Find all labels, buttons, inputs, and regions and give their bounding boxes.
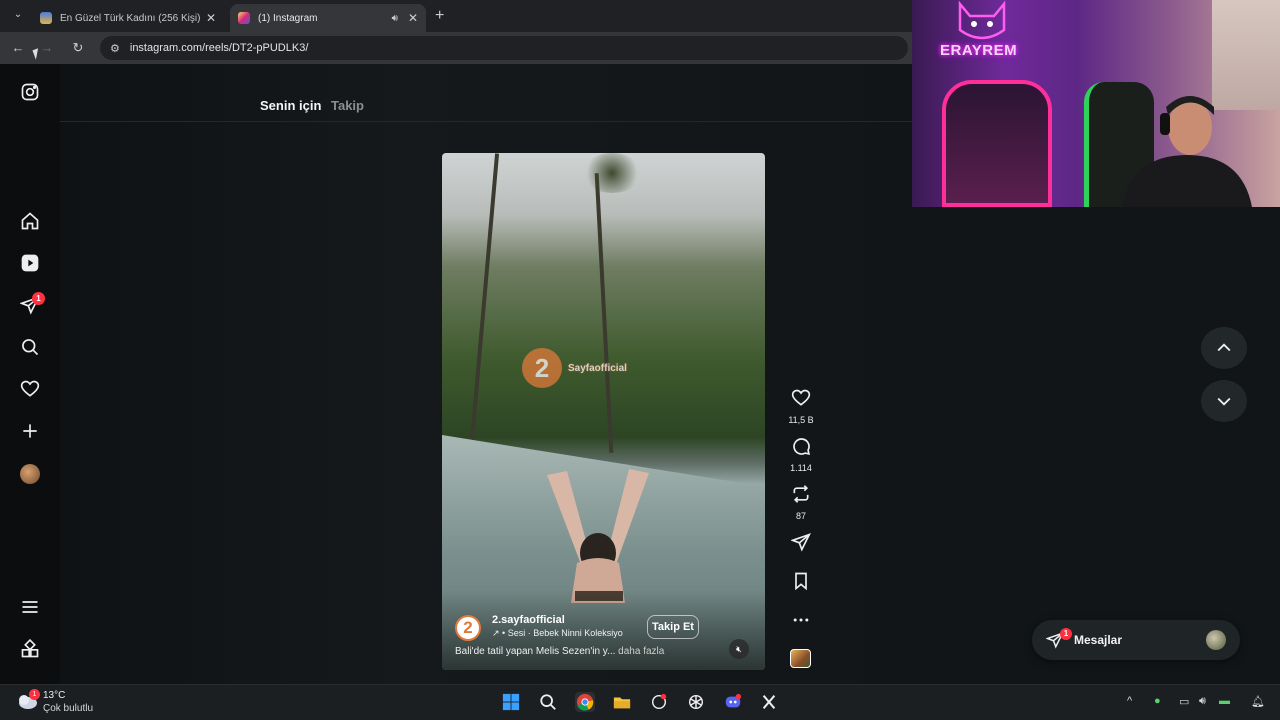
watermark: 2 Sayfaofficial [522, 348, 627, 388]
volume-icon[interactable]: 🔊︎ [1199, 695, 1206, 708]
tab-list-icon[interactable]: ⌄ [10, 9, 26, 23]
new-tab-button[interactable]: + [435, 7, 444, 25]
account-name[interactable]: 2.sayfaofficial [492, 614, 565, 626]
like-count: 11,5 B [788, 415, 814, 425]
weather-temperature[interactable]: 13°C [43, 690, 65, 701]
previous-reel-button[interactable] [1201, 327, 1247, 369]
reload-button[interactable]: ↻ [69, 39, 87, 57]
gaming-chair [942, 80, 1052, 207]
tab-for-you[interactable]: Senin için [260, 98, 321, 113]
caption[interactable]: Bali'de tatil yapan Melis Sezen'in y... … [455, 646, 725, 657]
file-explorer-icon[interactable] [612, 692, 632, 712]
palm-trunk [594, 173, 614, 453]
battery-icon[interactable]: ▬ [1219, 695, 1230, 707]
tray-chevron-up-icon[interactable]: ^ [1127, 695, 1132, 707]
more-options-button[interactable] [786, 610, 816, 635]
share-icon [790, 533, 811, 552]
right-panel [912, 207, 1280, 684]
mute-icon[interactable]: 🔇︎ [729, 639, 749, 659]
messages-avatar [1206, 630, 1226, 650]
tab-following[interactable]: Takip [331, 98, 364, 113]
tab-favicon-icon [40, 12, 52, 24]
weather-badge: 1 [29, 689, 40, 700]
comment-count: 1.114 [790, 463, 812, 473]
search-icon[interactable] [18, 335, 42, 359]
save-button[interactable] [786, 571, 816, 596]
comment-button[interactable]: 1.114 [786, 436, 816, 473]
microphone-icon[interactable]: ● [1154, 695, 1161, 707]
back-button[interactable]: ← [9, 39, 27, 57]
tab-2[interactable]: (1) Instagram 🔊︎ ✕ [230, 4, 426, 32]
neon-cat-logo-icon [958, 0, 1006, 40]
streamer-logo-text: ERAYREM [940, 42, 1018, 59]
taskbar [0, 684, 1280, 720]
more-icon [793, 618, 809, 622]
like-button[interactable]: 11,5 B [786, 388, 816, 425]
watermark-text: Sayfaofficial [568, 362, 627, 374]
follow-button[interactable]: Takip Et [647, 615, 699, 639]
speaker-icon[interactable]: 🔊︎ [392, 13, 398, 24]
palm-trunk [468, 153, 500, 453]
profile-avatar[interactable] [20, 464, 40, 484]
url-text: instagram.com/reels/DT2-pPUDLK3/ [129, 42, 309, 54]
bookmark-icon [795, 572, 807, 591]
menu-icon[interactable] [18, 595, 42, 619]
network-icon[interactable]: ▭ [1179, 695, 1189, 708]
address-bar[interactable]: ⚙ instagram.com/reels/DT2-pPUDLK3/ [100, 36, 908, 60]
notification-badge: 1 [32, 292, 45, 305]
windows-start-icon[interactable] [501, 692, 521, 712]
x-icon[interactable] [759, 692, 779, 712]
repost-count: 87 [795, 511, 806, 521]
palm-leaves [582, 153, 642, 193]
messages-label: Mesajlar [1074, 633, 1123, 647]
reel-video[interactable]: 2 Sayfaofficial 2 2.sayfaofficial ↗ • Se… [442, 153, 765, 670]
divider [60, 121, 912, 122]
watermark-logo-icon: 2 [522, 348, 562, 388]
chevron-down-icon [1217, 397, 1231, 406]
site-settings-icon[interactable]: ⚙ [110, 42, 120, 55]
reels-icon[interactable] [18, 251, 42, 275]
repost-icon [793, 485, 809, 503]
app-icon[interactable] [649, 692, 669, 712]
caption-text: Bali'de tatil yapan Melis Sezen'in y... [455, 646, 619, 657]
notification-bell-icon[interactable]: 🔔︎ [1251, 695, 1265, 708]
close-icon[interactable]: ✕ [206, 11, 216, 25]
streamer-figure [1122, 96, 1252, 207]
webcam-overlay: ERAYREM [912, 0, 1280, 207]
next-reel-button[interactable] [1201, 380, 1247, 422]
heart-icon[interactable] [18, 377, 42, 401]
discord-icon[interactable] [723, 692, 743, 712]
forward-button[interactable]: → [38, 39, 56, 57]
caption-more-link[interactable]: daha fazla [618, 646, 664, 657]
home-icon[interactable] [18, 209, 42, 233]
instagram-favicon-icon [238, 12, 250, 24]
chevron-up-icon [1217, 343, 1231, 352]
tab-1[interactable]: En Güzel Türk Kadını (256 Kişi) ✕ [32, 4, 224, 32]
search-icon[interactable] [538, 692, 558, 712]
create-plus-icon[interactable] [18, 419, 42, 443]
messages-badge: 1 [1060, 628, 1072, 640]
chatgpt-icon[interactable] [686, 692, 706, 712]
comment-icon [793, 438, 811, 456]
audio-thumbnail[interactable] [790, 649, 811, 668]
close-icon[interactable]: ✕ [408, 11, 418, 25]
chrome-icon[interactable] [575, 692, 595, 712]
heart-icon [791, 389, 811, 406]
instagram-logo-icon[interactable] [18, 80, 42, 104]
repost-button[interactable]: 87 [786, 484, 816, 521]
share-button[interactable] [786, 532, 816, 557]
account-avatar[interactable]: 2 [455, 615, 481, 641]
apps-grid-icon[interactable] [18, 637, 42, 661]
weather-description[interactable]: Çok bulutlu [43, 703, 93, 714]
sidebar [0, 64, 60, 684]
audio-info[interactable]: ↗ • Sesi · Bebek Ninni Koleksiyo [492, 628, 632, 639]
